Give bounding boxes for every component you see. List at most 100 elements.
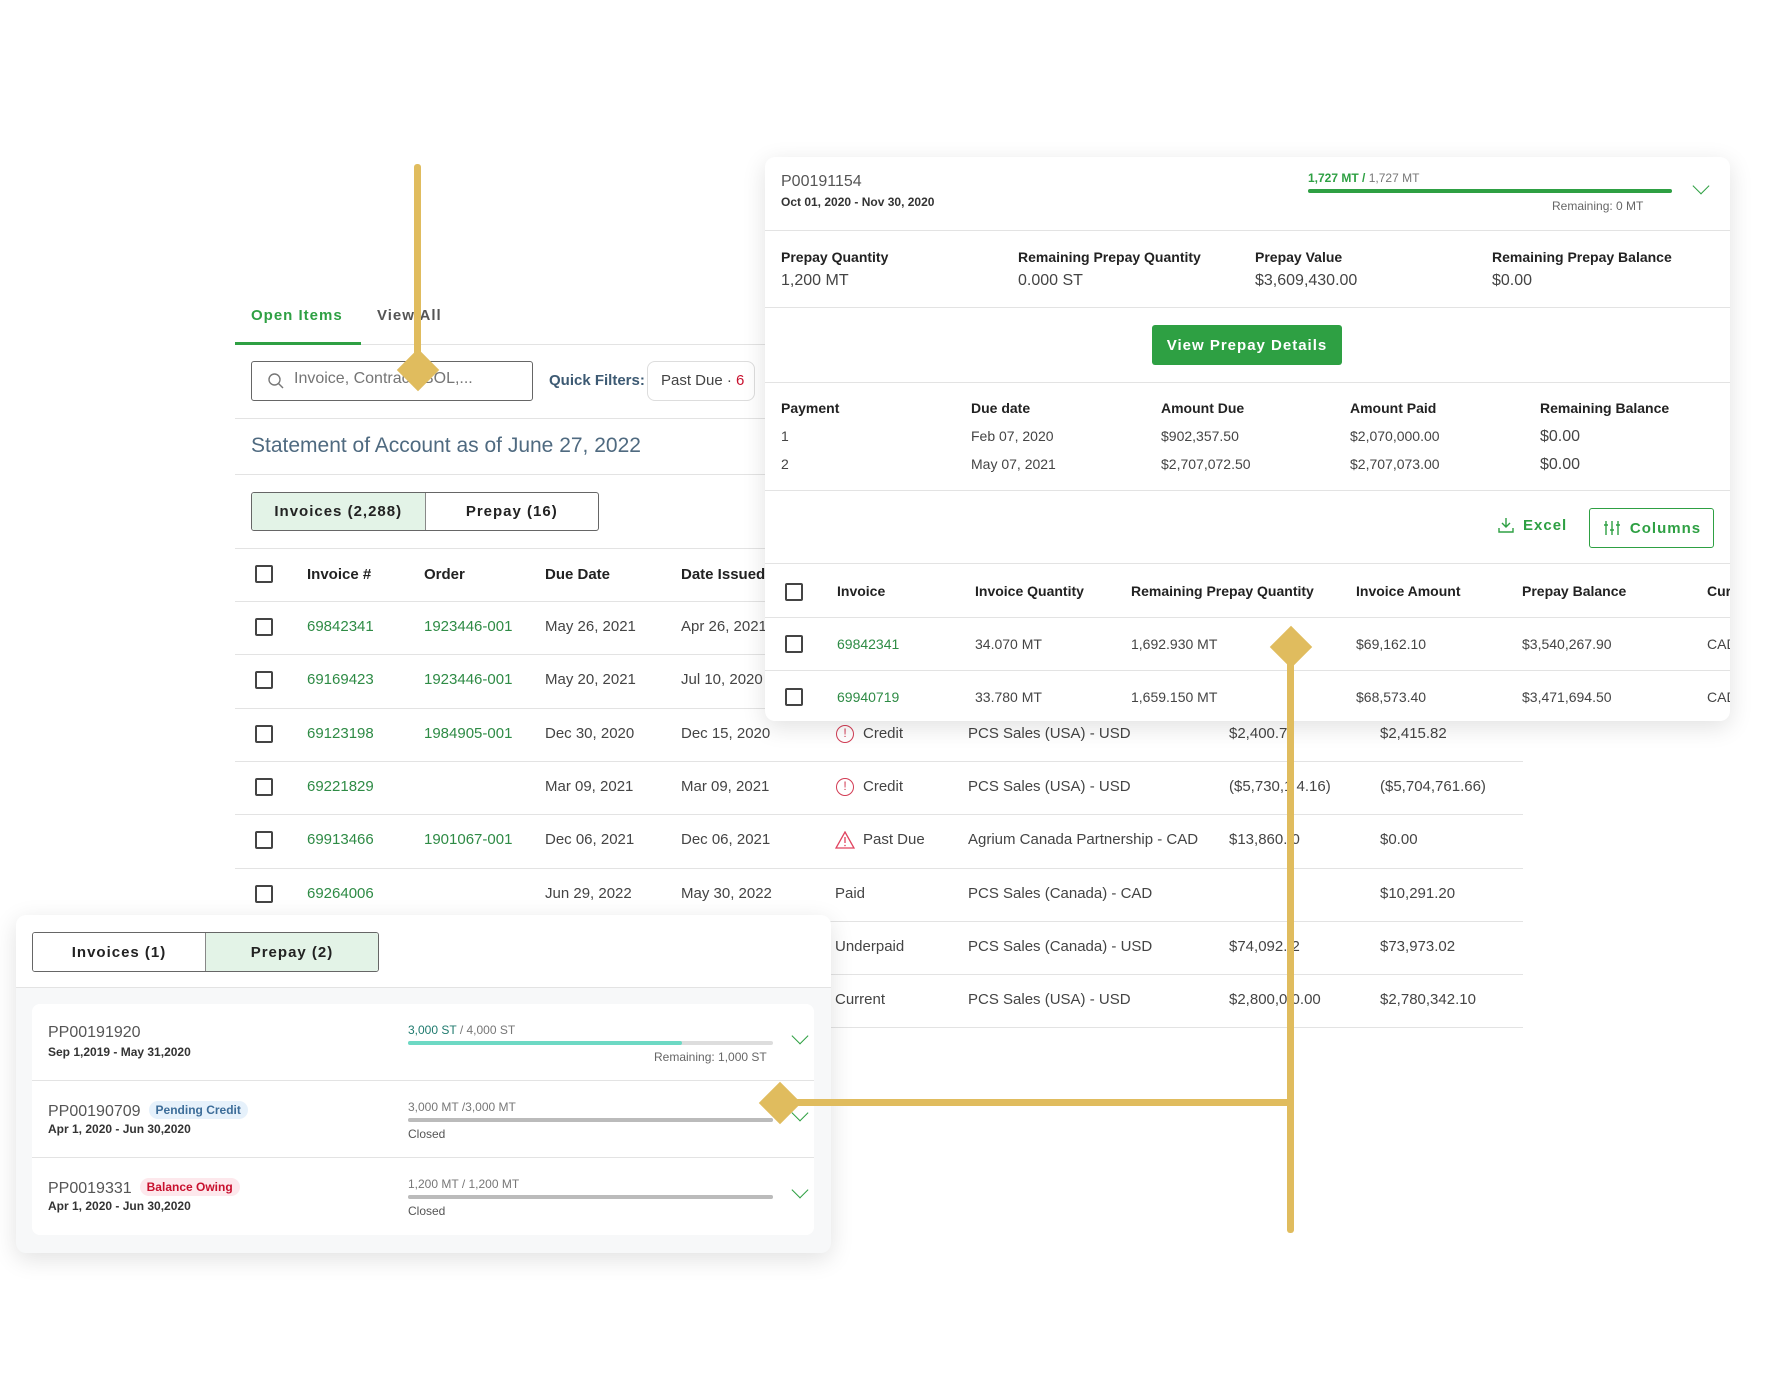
divider	[765, 490, 1730, 491]
payment-cell: $2,707,073.00	[1350, 456, 1440, 472]
invoice-cell: $3,540,267.90	[1522, 636, 1612, 652]
tab-view-all[interactable]: View All	[377, 307, 442, 324]
invoice-column-header[interactable]: Remaining Prepay Quantity	[1131, 583, 1314, 599]
segment-invoices-small[interactable]: Invoices (1)	[33, 933, 205, 971]
invoice-cell: 34.070 MT	[975, 636, 1042, 652]
divider	[765, 382, 1730, 383]
collapse-chevron-icon[interactable]	[1692, 177, 1710, 195]
prepay-dates: Oct 01, 2020 - Nov 30, 2020	[781, 195, 935, 209]
row-checkbox[interactable]	[255, 777, 273, 796]
invoice-link[interactable]: 69940719	[837, 689, 899, 705]
invoice-column-header[interactable]: Prepay Balance	[1522, 583, 1626, 599]
invoice-link[interactable]: 69913466	[307, 831, 374, 848]
payment-cell: $2,707,072.50	[1161, 456, 1251, 472]
quick-filter-past-due[interactable]: Past Due · 6	[647, 361, 755, 401]
order-link[interactable]: 1984905-001	[424, 725, 512, 742]
invoice-link[interactable]: 69123198	[307, 725, 374, 742]
invoice-link[interactable]: 69842341	[837, 636, 899, 652]
prepay-progress-fill	[408, 1118, 773, 1122]
excel-export-button[interactable]: Excel	[1497, 516, 1567, 534]
prepay-progress-fill	[408, 1195, 773, 1199]
status-label: Credit	[863, 724, 904, 742]
search-icon	[268, 373, 284, 389]
alert-circle-icon: !	[836, 777, 854, 796]
payment-cell: 1	[781, 428, 789, 444]
invoice-amount: $2,800,0 0.00	[1229, 991, 1321, 1009]
order-link[interactable]: 1923446-001	[424, 618, 512, 635]
invoice-link[interactable]: 69264006	[307, 885, 374, 902]
prepay-status: Closed	[408, 1204, 446, 1218]
column-header-invoice[interactable]: Invoice #	[307, 566, 371, 583]
search-field[interactable]	[251, 361, 533, 401]
progress-total: 4,000 ST	[466, 1023, 516, 1037]
balance-amount: $2,780,342.10	[1380, 991, 1476, 1009]
status-badge: Balance Owing	[139, 1178, 240, 1196]
column-header-order[interactable]: Order	[424, 566, 465, 583]
prepay-progress-bar	[408, 1195, 773, 1199]
progress-total: 1,727 MT	[1368, 171, 1420, 185]
row-checkbox[interactable]	[255, 671, 273, 690]
progress-separator: /	[1358, 171, 1369, 185]
prepay-list-item[interactable]: PP00191920 Sep 1,2019 - May 31,2020 3,000 …	[32, 1004, 814, 1081]
view-prepay-details-button[interactable]: View Prepay Details	[1152, 325, 1342, 365]
alert-circle-icon: !	[836, 724, 854, 743]
select-all-invoices-checkbox[interactable]	[785, 583, 803, 601]
column-header-date-issued[interactable]: Date Issued	[681, 566, 765, 583]
invoice-link[interactable]: 69221829	[307, 778, 374, 795]
payment-column-header: Payment	[781, 400, 840, 416]
invoice-column-header[interactable]: Invoice	[837, 583, 885, 599]
divider	[235, 548, 765, 549]
invoice-row-checkbox[interactable]	[785, 635, 803, 653]
summary-value: $3,609,430.00	[1255, 272, 1358, 289]
row-divider	[235, 867, 1523, 869]
date-issued: Jul 10, 2020	[681, 671, 763, 689]
order-link[interactable]: 1923446-001	[424, 671, 512, 688]
progress-total: 3,000 MT	[465, 1100, 516, 1114]
account-name: Agrium Canada Partnership - CAD	[968, 831, 1199, 849]
quick-filter-label: Past Due ·	[661, 372, 737, 389]
prepay-list-card: Invoices (1) Prepay (2) PP00191920 Sep 1,…	[16, 915, 831, 1253]
payment-cell: 2	[781, 456, 789, 472]
invoice-link[interactable]: 69169423	[307, 671, 374, 688]
status-label: Credit	[863, 777, 904, 795]
invoice-column-header[interactable]: Invoice Amount	[1356, 583, 1461, 599]
invoice-row-checkbox[interactable]	[785, 688, 803, 706]
statement-title: Statement of Account as of June 27, 2022	[251, 434, 641, 457]
segment-prepay[interactable]: Prepay (16)	[424, 493, 599, 530]
progress-separator: /	[456, 1023, 467, 1037]
summary-label: Remaining Prepay Quantity	[1018, 249, 1201, 265]
invoice-link[interactable]: 69842341	[307, 618, 374, 635]
columns-label: Columns	[1629, 519, 1702, 537]
select-all-checkbox[interactable]	[255, 565, 273, 583]
row-checkbox[interactable]	[255, 724, 273, 743]
prepay-dates: Apr 1, 2020 - Jun 30,2020	[48, 1122, 191, 1136]
prepay-list-item[interactable]: PP0019331 Balance Owing Apr 1, 2020 - Jun …	[32, 1158, 814, 1235]
annotation-connector-line	[414, 164, 421, 374]
expand-chevron-icon[interactable]	[791, 1027, 809, 1045]
invoice-amount: $2,400.7	[1229, 724, 1288, 742]
column-header-due-date[interactable]: Due Date	[545, 566, 610, 583]
tab-open-items[interactable]: Open Items	[251, 307, 343, 324]
prepay-remaining: Remaining: 0 MT	[1552, 199, 1644, 213]
invoice-cell: $68,573.40	[1356, 689, 1427, 705]
prepay-progress-bar	[408, 1118, 773, 1122]
segment-prepay-small[interactable]: Prepay (2)	[205, 933, 378, 971]
invoice-cell: 1,692.930 MT	[1131, 636, 1218, 652]
prepay-list-item[interactable]: PP00190709 Pending Credit Apr 1, 2020 - Ju…	[32, 1081, 814, 1158]
columns-button[interactable]: Columns	[1589, 508, 1714, 548]
date-issued: May 30, 2022	[681, 884, 772, 902]
row-checkbox[interactable]	[255, 618, 273, 636]
segment-invoices[interactable]: Invoices (2,288)	[252, 493, 425, 530]
prepay-remaining: Remaining: 1,000 ST	[654, 1050, 767, 1064]
date-issued: Dec 06, 2021	[681, 831, 771, 849]
order-link[interactable]: 1901067-001	[424, 831, 512, 848]
row-checkbox[interactable]	[255, 831, 273, 850]
row-checkbox[interactable]	[255, 884, 273, 903]
balance-amount: $2,415.82	[1380, 724, 1447, 742]
date-issued: Dec 15, 2020	[681, 724, 771, 742]
invoice-column-header[interactable]: Curre	[1707, 583, 1730, 599]
invoice-column-header[interactable]: Invoice Quantity	[975, 583, 1084, 599]
payment-cell: $0.00	[1540, 456, 1581, 473]
expand-chevron-icon[interactable]	[791, 1181, 809, 1199]
divider	[235, 418, 765, 419]
